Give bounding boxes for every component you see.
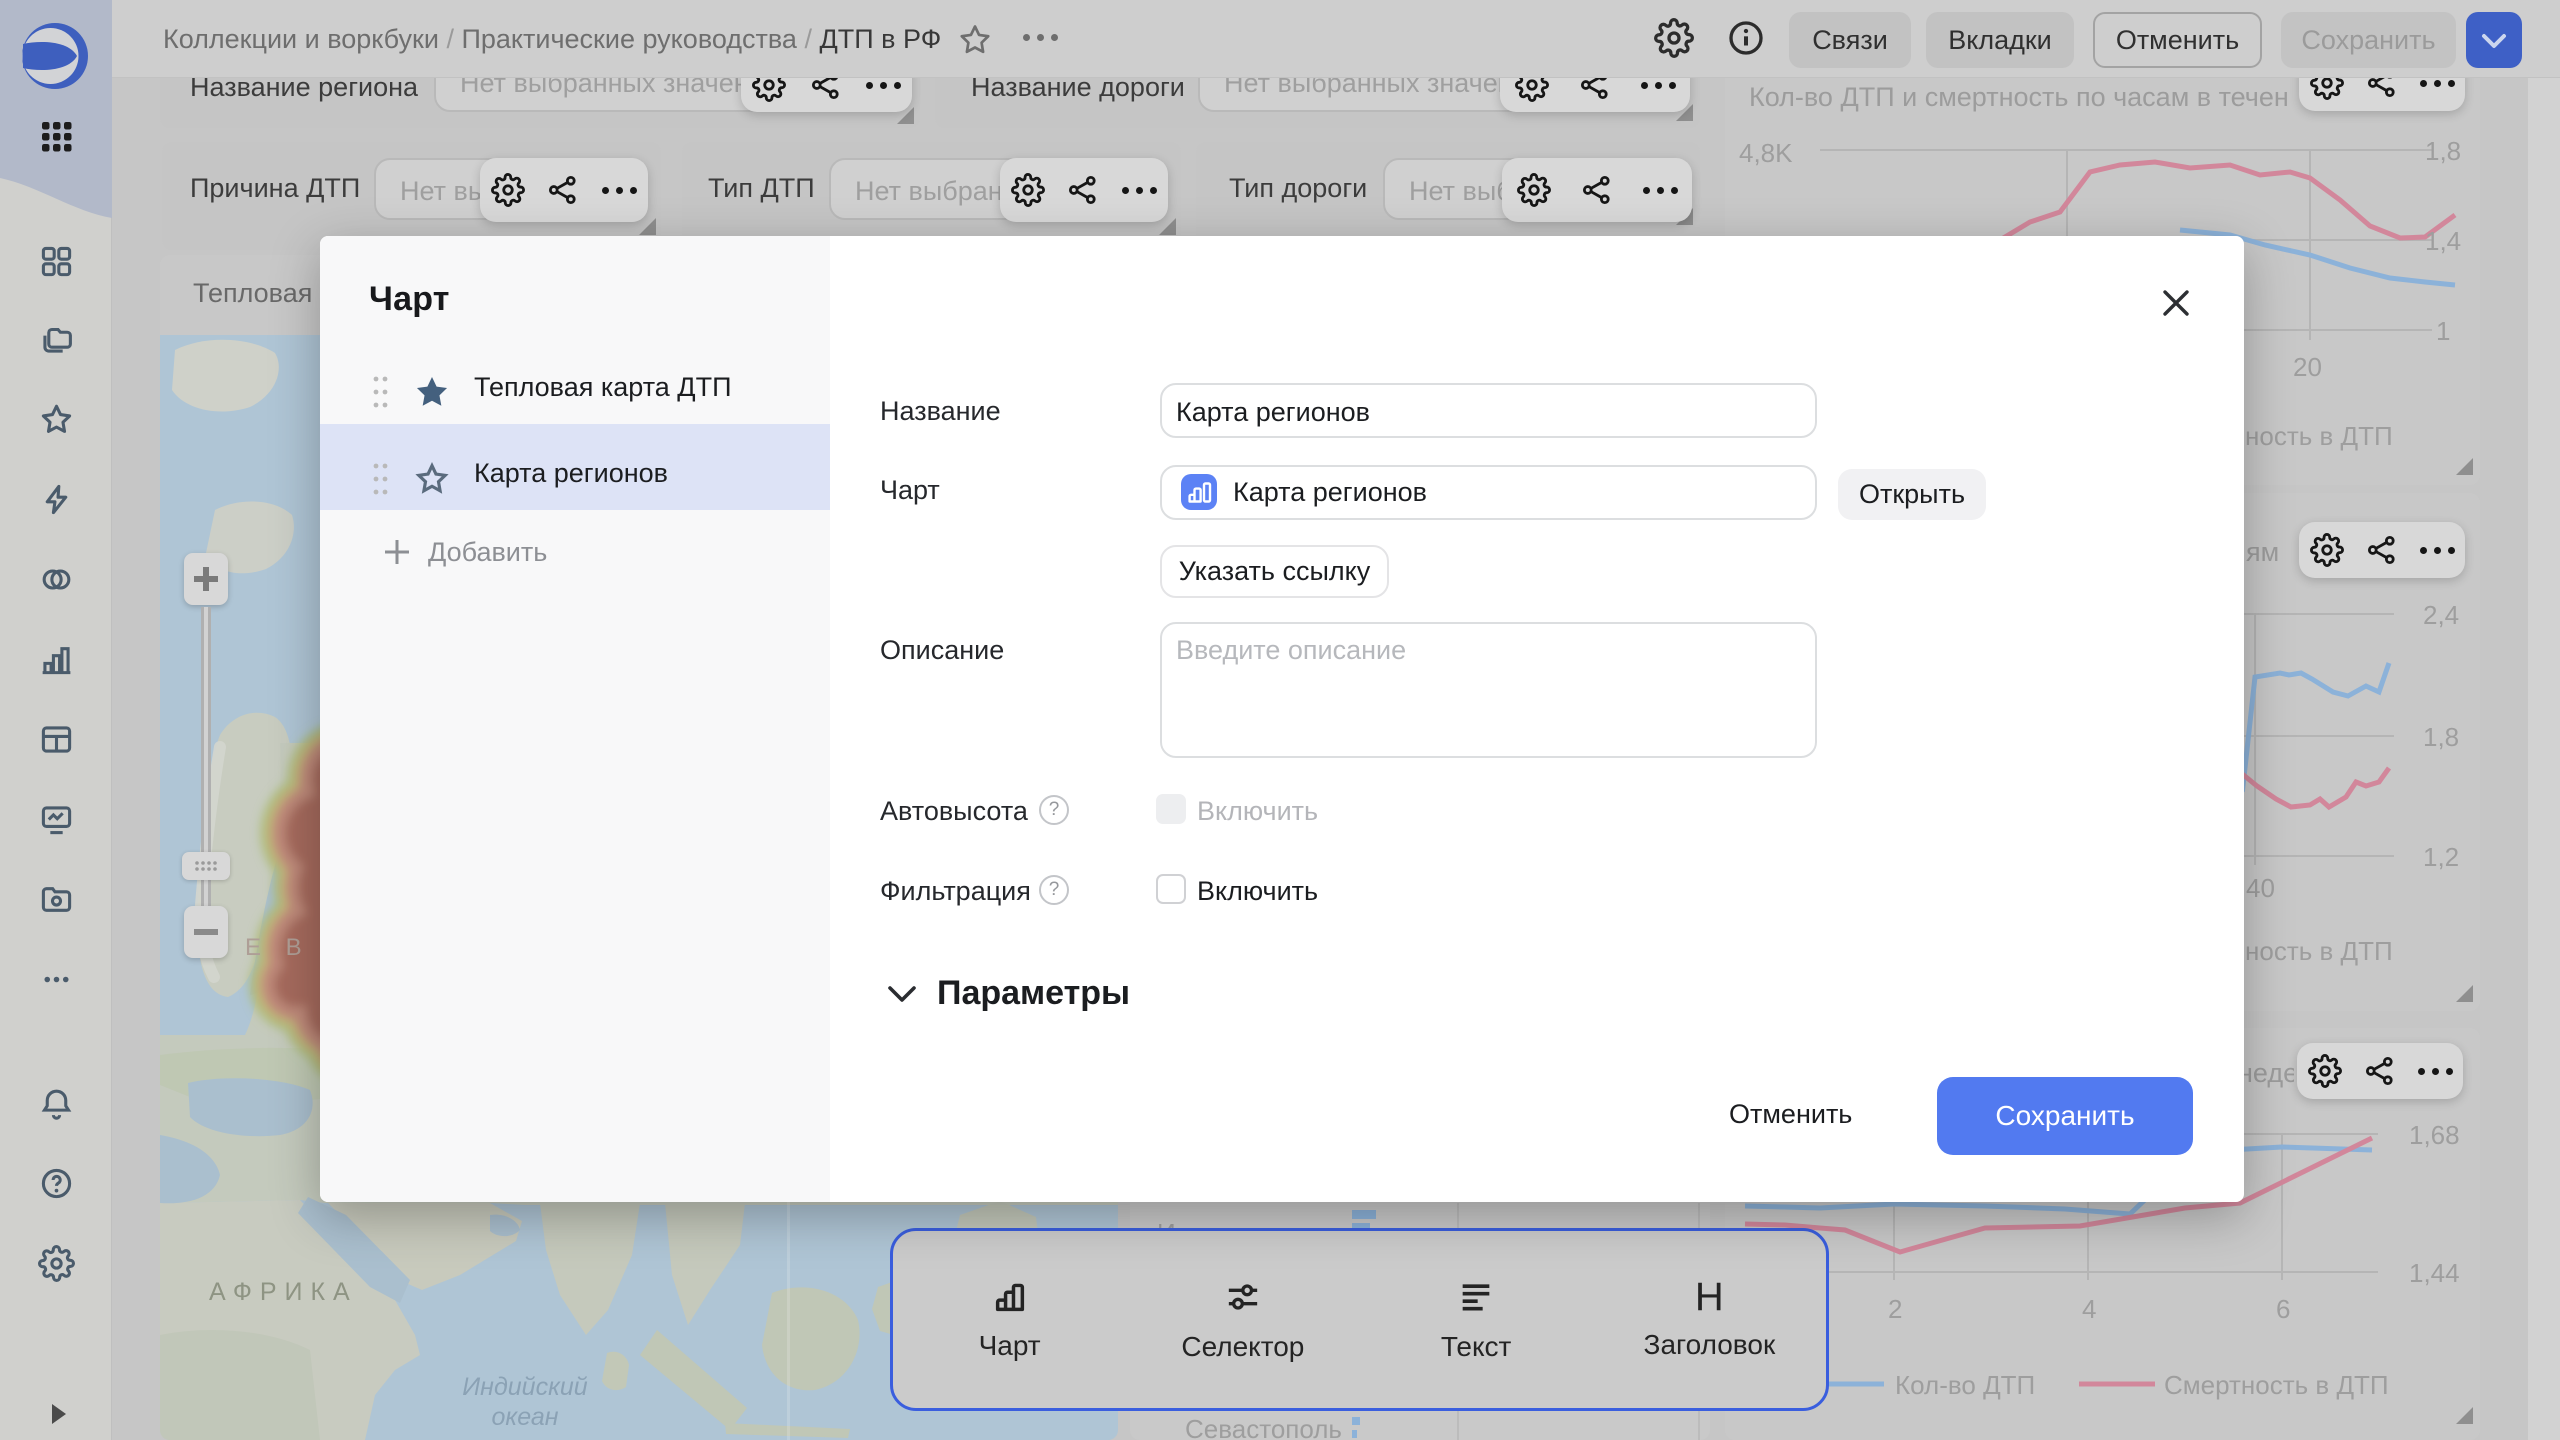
svg-text:Индийский: Индийский <box>462 1373 587 1401</box>
svg-text:АФРИКА: АФРИКА <box>209 1278 358 1306</box>
svg-text:океан: океан <box>492 1403 559 1431</box>
